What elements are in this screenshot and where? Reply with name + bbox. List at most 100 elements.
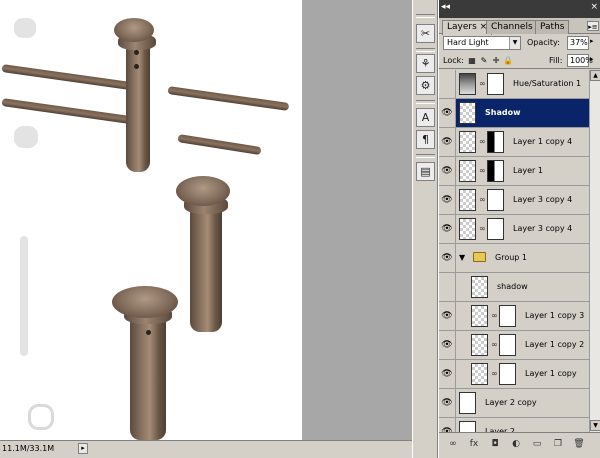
- visibility-eye-icon[interactable]: 👁: [439, 128, 456, 156]
- mask-thumbnail[interactable]: [487, 218, 504, 240]
- scroll-down-icon[interactable]: ▼: [590, 420, 600, 431]
- status-menu-button[interactable]: ▸: [78, 443, 88, 454]
- visibility-eye-icon[interactable]: 👁: [439, 389, 456, 417]
- visibility-eye-icon[interactable]: [439, 273, 456, 301]
- layer-name[interactable]: Layer 3 copy 4: [513, 195, 572, 204]
- lock-transparent-icon[interactable]: ▦: [467, 56, 477, 66]
- layer-thumbnail[interactable]: [459, 160, 476, 182]
- lock-all-icon[interactable]: 🔒: [503, 56, 513, 66]
- delete-layer-icon[interactable]: 🗑: [573, 438, 585, 450]
- layer-row[interactable]: 👁 ∞ Layer 3 copy 4: [439, 215, 589, 244]
- fill-input[interactable]: 100%: [567, 54, 593, 67]
- mask-link-icon[interactable]: ∞: [479, 165, 486, 177]
- new-layer-icon[interactable]: ❐: [552, 438, 564, 450]
- panel-menu-icon[interactable]: ▸≡: [587, 21, 599, 31]
- layer-name[interactable]: shadow: [497, 282, 528, 291]
- mask-link-icon[interactable]: ∞: [479, 78, 486, 90]
- dock-grip[interactable]: [416, 100, 435, 104]
- layer-row[interactable]: 👁 Layer 2: [439, 418, 589, 432]
- blend-mode-select[interactable]: Hard Light ▼: [443, 36, 521, 50]
- lock-image-icon[interactable]: ✎: [479, 56, 489, 66]
- layer-name[interactable]: Layer 2 copy: [485, 398, 537, 407]
- mask-thumbnail[interactable]: [487, 73, 504, 95]
- layer-row[interactable]: 👁 ∞ Layer 1 copy: [439, 360, 589, 389]
- mask-thumbnail[interactable]: [487, 160, 504, 182]
- layer-name[interactable]: Hue/Saturation 1: [513, 79, 581, 88]
- close-panel-icon[interactable]: ×: [590, 2, 598, 12]
- layer-name[interactable]: Layer 1 copy: [525, 369, 577, 378]
- scroll-up-icon[interactable]: ▲: [590, 70, 600, 81]
- mask-thumbnail[interactable]: [487, 189, 504, 211]
- layer-name[interactable]: Layer 1 copy 4: [513, 137, 572, 146]
- visibility-eye-icon[interactable]: 👁: [439, 215, 456, 243]
- layer-thumbnail[interactable]: [459, 392, 476, 414]
- visibility-eye-icon[interactable]: 👁: [439, 331, 456, 359]
- layer-thumbnail[interactable]: [459, 131, 476, 153]
- layer-name[interactable]: Layer 1: [513, 166, 543, 175]
- panel-title-bar[interactable]: ◂◂ ×: [439, 0, 600, 18]
- link-layers-icon[interactable]: ∞: [447, 438, 459, 450]
- character-icon[interactable]: A: [416, 108, 435, 127]
- opacity-slider-icon[interactable]: ▸: [590, 37, 594, 45]
- tab-paths[interactable]: Paths: [535, 20, 570, 34]
- layer-name[interactable]: Layer 3 copy 4: [513, 224, 572, 233]
- layer-thumbnail[interactable]: [459, 218, 476, 240]
- layer-name[interactable]: Layer 1 copy 2: [525, 340, 584, 349]
- visibility-eye-icon[interactable]: 👁: [439, 302, 456, 330]
- tab-layers[interactable]: Layers ×: [442, 20, 493, 35]
- mask-link-icon[interactable]: ∞: [479, 223, 486, 235]
- layer-list-scrollbar[interactable]: ▲ ▼: [589, 70, 600, 432]
- layer-row[interactable]: shadow: [439, 273, 589, 302]
- layer-row[interactable]: 👁 ∞ Layer 1 copy 4: [439, 128, 589, 157]
- layer-name[interactable]: Layer 1 copy 3: [525, 311, 584, 320]
- layer-name[interactable]: Group 1: [495, 253, 527, 262]
- paragraph-icon[interactable]: ¶: [416, 130, 435, 149]
- mask-thumbnail[interactable]: [487, 131, 504, 153]
- collapse-arrows-icon[interactable]: ◂◂: [441, 2, 450, 12]
- layer-thumbnail[interactable]: [459, 421, 476, 432]
- dock-grip[interactable]: [416, 154, 435, 158]
- fill-slider-icon[interactable]: ▸: [590, 55, 594, 63]
- add-mask-icon[interactable]: ◘: [489, 438, 501, 450]
- mask-thumbnail[interactable]: [499, 334, 516, 356]
- mask-link-icon[interactable]: ∞: [479, 136, 486, 148]
- visibility-eye-icon[interactable]: 👁: [439, 99, 456, 127]
- visibility-eye-icon[interactable]: 👁: [439, 418, 456, 432]
- mask-link-icon[interactable]: ∞: [491, 310, 498, 322]
- tab-channels[interactable]: Channels: [486, 20, 538, 34]
- opacity-input[interactable]: 37%: [567, 36, 589, 50]
- dock-grip[interactable]: [416, 48, 435, 52]
- visibility-eye-icon[interactable]: 👁: [439, 186, 456, 214]
- dock-grip[interactable]: [416, 14, 435, 18]
- visibility-eye-icon[interactable]: 👁: [439, 157, 456, 185]
- layer-row[interactable]: 👁 ∞ Layer 1 copy 2: [439, 331, 589, 360]
- layer-thumbnail[interactable]: [459, 102, 476, 124]
- mask-link-icon[interactable]: ∞: [491, 339, 498, 351]
- layer-thumbnail[interactable]: [471, 334, 488, 356]
- layer-thumbnail[interactable]: [459, 189, 476, 211]
- new-group-icon[interactable]: ▭: [531, 438, 543, 450]
- layer-thumbnail[interactable]: [471, 276, 488, 298]
- tool-presets-icon[interactable]: ✂: [416, 24, 435, 43]
- mask-thumbnail[interactable]: [499, 363, 516, 385]
- visibility-eye-icon[interactable]: [439, 70, 456, 98]
- brushes-icon[interactable]: ⚘: [416, 54, 435, 73]
- mask-link-icon[interactable]: ∞: [479, 194, 486, 206]
- mask-thumbnail[interactable]: [499, 305, 516, 327]
- layer-thumbnail[interactable]: [471, 363, 488, 385]
- lock-position-icon[interactable]: ✛: [491, 56, 501, 66]
- layer-row[interactable]: 👁 ∞ Layer 3 copy 4: [439, 186, 589, 215]
- visibility-eye-icon[interactable]: 👁: [439, 360, 456, 388]
- adjustment-layer-icon[interactable]: ◐: [510, 438, 522, 450]
- layer-row[interactable]: 👁 Layer 2 copy: [439, 389, 589, 418]
- clone-source-icon[interactable]: ⚙: [416, 76, 435, 95]
- layer-row[interactable]: 👁 Shadow: [439, 99, 589, 128]
- document-canvas[interactable]: [0, 0, 302, 440]
- layer-style-icon[interactable]: fx: [468, 438, 480, 450]
- layer-row[interactable]: 👁 ∞ Layer 1 copy 3: [439, 302, 589, 331]
- layer-row[interactable]: ∞ Hue/Saturation 1: [439, 70, 589, 99]
- layer-row[interactable]: 👁 ▼ Group 1: [439, 244, 589, 273]
- layer-thumbnail[interactable]: [471, 305, 488, 327]
- group-expand-icon[interactable]: ▼: [459, 253, 465, 262]
- layer-row[interactable]: 👁 ∞ Layer 1: [439, 157, 589, 186]
